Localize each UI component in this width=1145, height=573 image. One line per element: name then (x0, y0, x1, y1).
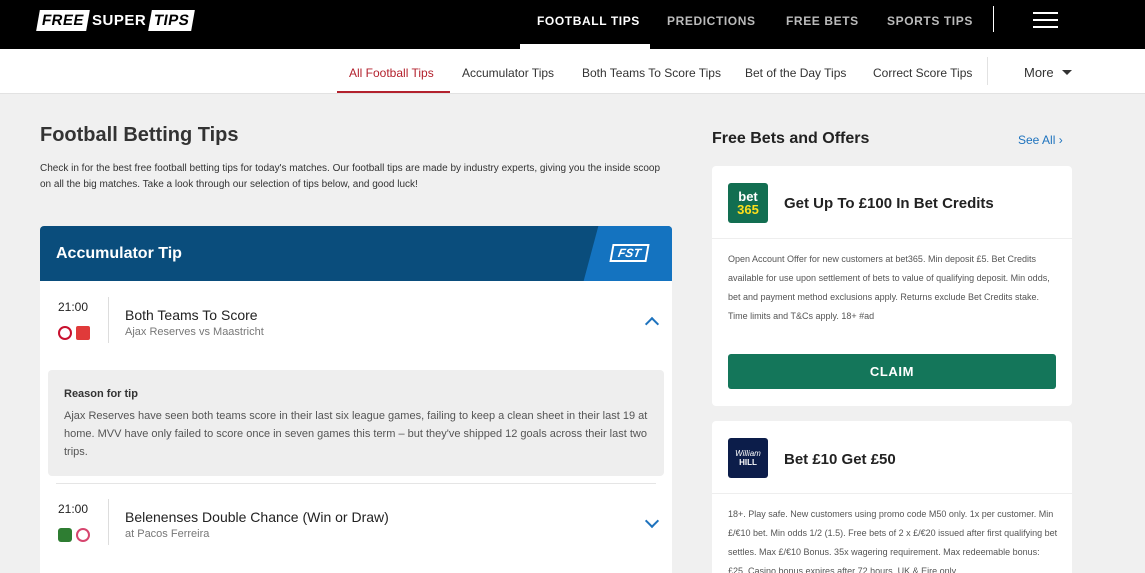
belenenses-badge-icon (58, 528, 72, 542)
nav-predictions[interactable]: PREDICTIONS (667, 14, 756, 28)
subnav-all-football-tips[interactable]: All Football Tips (349, 66, 434, 80)
page-title: Football Betting Tips (40, 124, 239, 146)
subnav-correct-score-tips[interactable]: Correct Score Tips (873, 66, 972, 80)
tip-fixture: at Pacos Ferreira (125, 528, 210, 540)
hamburger-icon[interactable] (1033, 12, 1058, 28)
pacos-badge-icon (76, 528, 90, 542)
reason-title: Reason for tip (64, 388, 138, 400)
subnav-divider (987, 57, 988, 85)
page-intro: Check in for the best free football bett… (40, 163, 661, 190)
offer-card-bet365: bet 365 Get Up To £100 In Bet Credits Op… (712, 166, 1072, 406)
card-header: Accumulator Tip FST (40, 226, 672, 281)
nav-free-bets[interactable]: FREE BETS (786, 14, 859, 28)
mvv-badge-icon (76, 326, 90, 340)
brand-line-2: 365 (737, 202, 759, 217)
see-all-label: See All (1018, 133, 1056, 147)
offer-headline: Bet £10 Get £50 (784, 451, 896, 468)
site-logo[interactable]: FREE SUPER TIPS (36, 9, 196, 31)
subnav-active-indicator (337, 91, 450, 93)
claim-button[interactable]: CLAIM (728, 354, 1056, 389)
offer-terms: Open Account Offer for new customers at … (728, 254, 1050, 321)
more-label: More (1024, 65, 1054, 80)
brand-line-2: HILL (739, 458, 757, 467)
tip-divider (108, 499, 109, 545)
top-navigation-bar: FREE SUPER TIPS FOOTBALL TIPS PREDICTION… (0, 0, 1145, 49)
offer-separator (712, 238, 1072, 239)
chevron-up-icon[interactable] (644, 316, 660, 332)
brand-line-1: William (735, 449, 761, 458)
ajax-badge-icon (58, 326, 72, 340)
card-title: Accumulator Tip (56, 245, 182, 262)
tip-row[interactable]: 21:00 Belenenses Double Chance (Win or D… (40, 483, 672, 563)
nav-football-tips[interactable]: FOOTBALL TIPS (537, 14, 640, 28)
tip-divider (108, 297, 109, 343)
team-badges (58, 528, 90, 542)
see-all-link[interactable]: See All › (1018, 133, 1063, 147)
secondary-nav: All Football Tips Accumulator Tips Both … (0, 49, 1145, 94)
bet365-logo: bet 365 (728, 183, 768, 223)
chevron-down-icon (1061, 70, 1072, 75)
reason-body: Ajax Reserves have seen both teams score… (64, 410, 648, 458)
tip-market: Belenenses Double Chance (Win or Draw) (125, 509, 389, 525)
subnav-bet-of-the-day[interactable]: Bet of the Day Tips (745, 66, 846, 80)
reason-panel: Reason for tip Ajax Reserves have seen b… (48, 370, 664, 476)
tip-fixture: Ajax Reserves vs Maastricht (125, 326, 264, 338)
chevron-down-icon[interactable] (644, 513, 660, 529)
logo-word-super: SUPER (92, 11, 147, 29)
logo-word-tips: TIPS (148, 9, 196, 31)
subnav-accumulator-tips[interactable]: Accumulator Tips (462, 66, 554, 80)
nav-sports-tips[interactable]: SPORTS TIPS (887, 14, 973, 28)
team-badges (58, 326, 90, 340)
offer-card-william-hill: William HILL Bet £10 Get £50 18+. Play s… (712, 421, 1072, 573)
tip-time: 21:00 (58, 502, 89, 516)
nav-divider (993, 6, 994, 32)
tip-market: Both Teams To Score (125, 307, 258, 323)
offer-headline: Get Up To £100 In Bet Credits (784, 195, 994, 212)
more-dropdown[interactable]: More (1024, 65, 1072, 80)
offer-separator (712, 493, 1072, 494)
logo-word-free: FREE (36, 9, 90, 31)
fst-logo: FST (609, 244, 650, 262)
offer-terms: 18+. Play safe. New customers using prom… (728, 509, 1058, 573)
offers-title: Free Bets and Offers (712, 130, 870, 147)
tip-row[interactable]: 21:00 Both Teams To Score Ajax Reserves … (40, 281, 672, 361)
william-hill-logo: William HILL (728, 438, 768, 478)
subnav-btts-tips[interactable]: Both Teams To Score Tips (582, 66, 721, 80)
tip-time: 21:00 (58, 300, 89, 314)
accumulator-tip-card: Accumulator Tip FST 21:00 Both Teams To … (40, 226, 672, 573)
